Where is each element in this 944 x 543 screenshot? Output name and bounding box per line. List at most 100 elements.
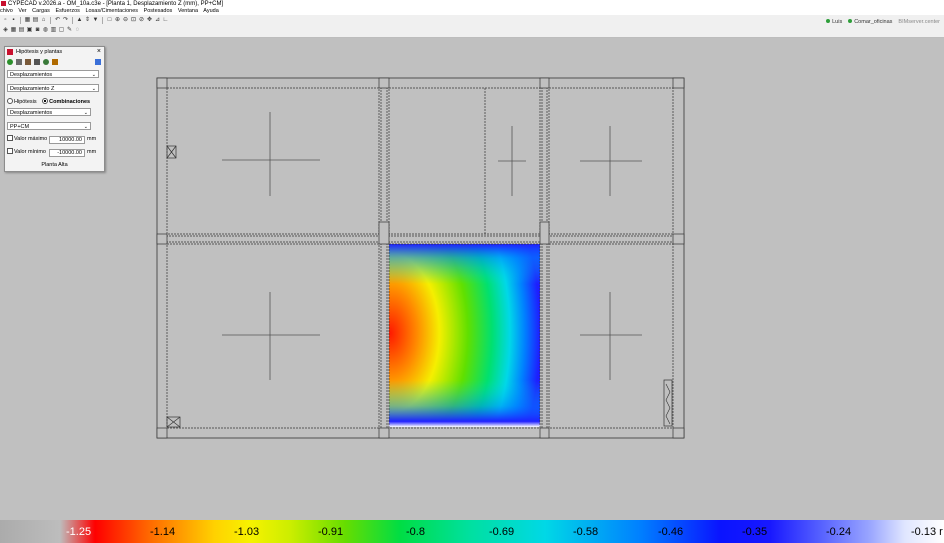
menu-bar: chivo Ver Cargas Esfuerzos Losas/Cimenta…: [0, 8, 944, 15]
floor-icon[interactable]: [16, 58, 22, 65]
slab-direction-arrow[interactable]: [580, 126, 642, 196]
edit-icon[interactable]: ✎: [66, 27, 73, 34]
table-icon[interactable]: [34, 58, 40, 65]
layers-icon[interactable]: ▤: [18, 27, 25, 34]
toolbar-separator: [50, 17, 51, 24]
chevron-down-icon: ⌄: [91, 86, 96, 92]
menu-ver[interactable]: Ver: [18, 8, 26, 14]
column[interactable]: [378, 221, 390, 245]
hide-icon[interactable]: ◌: [74, 27, 81, 34]
component-value: Desplazamiento Z: [10, 86, 55, 92]
section-icon[interactable]: ⊿: [154, 17, 161, 24]
floor-view-icon[interactable]: ▦: [24, 17, 31, 24]
title-bar: CYPECAD v.2026.a - OM_10a.c3e - [Planta …: [0, 0, 944, 8]
view-3d-icon[interactable]: ◈: [2, 27, 9, 34]
redo-icon[interactable]: ↷: [62, 17, 69, 24]
column[interactable]: [156, 427, 168, 439]
window-icon[interactable]: ▢: [58, 27, 65, 34]
company-item[interactable]: Comar_oficinas: [848, 18, 892, 27]
min-value-input[interactable]: -10000.00: [49, 149, 85, 157]
print-icon[interactable]: ▣: [26, 27, 33, 34]
floor-up-icon[interactable]: ▲: [76, 17, 83, 24]
zoom-all-icon[interactable]: ⊡: [130, 17, 137, 24]
column[interactable]: [672, 427, 685, 439]
isolines-icon[interactable]: ◍: [42, 27, 49, 34]
radio-hypothesis[interactable]: Hipótesis: [7, 98, 37, 105]
column[interactable]: [156, 77, 168, 89]
settings-icon[interactable]: [52, 58, 58, 65]
menu-losas-cimentaciones[interactable]: Losas/Cimentaciones: [85, 8, 138, 14]
floor-down-icon[interactable]: ▼: [92, 17, 99, 24]
menu-ayuda[interactable]: Ayuda: [203, 8, 219, 14]
min-value-checkbox[interactable]: Valor mínimo: [7, 148, 46, 157]
drawing-canvas[interactable]: [0, 37, 944, 520]
chevron-down-icon: ⌄: [91, 72, 96, 78]
pan-icon[interactable]: ✥: [146, 17, 153, 24]
column[interactable]: [672, 233, 685, 245]
slab-panel-1[interactable]: [166, 87, 380, 235]
column[interactable]: [539, 427, 550, 439]
slab-panel-4[interactable]: [166, 243, 380, 429]
toolbar: ▫ ▪ ▦ ▤ ⌂ ↶ ↷ ▲ ⇕ ▼ □ ⊕ ⊖ ⊡ ⊘ ✥ ⊿ ∟ ◈ ▦ …: [0, 15, 944, 38]
info-icon[interactable]: [95, 58, 101, 65]
group-select[interactable]: Desplazamientos ⌄: [7, 108, 91, 116]
grid-icon[interactable]: ▦: [10, 27, 17, 34]
undo-icon[interactable]: ↶: [54, 17, 61, 24]
column[interactable]: [156, 233, 168, 245]
slab-panel-6[interactable]: [548, 243, 674, 429]
slab-direction-arrow[interactable]: [222, 292, 320, 380]
combination-select[interactable]: PP+CM ⌄: [7, 122, 91, 130]
slab-direction-arrow[interactable]: [580, 292, 642, 380]
server-name: BIMserver.center: [898, 19, 940, 25]
floor-plan-icon[interactable]: ▤: [32, 17, 39, 24]
stair-opening[interactable]: [663, 379, 673, 427]
slab-direction-arrow[interactable]: [222, 112, 320, 196]
zoom-in-icon[interactable]: ⊕: [114, 17, 121, 24]
column[interactable]: [378, 427, 390, 439]
column[interactable]: [539, 77, 550, 89]
menu-esfuerzos[interactable]: Esfuerzos: [55, 8, 79, 14]
radio-combinations[interactable]: Combinaciones: [42, 98, 90, 105]
menu-cargas[interactable]: Cargas: [32, 8, 50, 14]
max-value-unit: mm: [87, 136, 97, 142]
legend-value: -0.58: [573, 526, 599, 538]
component-select[interactable]: Desplazamiento Z ⌄: [7, 84, 99, 92]
legend-value: -0.91: [318, 526, 344, 538]
zoom-out-icon[interactable]: ⊖: [122, 17, 129, 24]
close-icon[interactable]: ×: [97, 47, 101, 57]
axes-icon[interactable]: ∟: [162, 17, 169, 24]
max-value-input[interactable]: 10000.00: [49, 136, 85, 144]
save-icon[interactable]: ▪: [10, 17, 17, 24]
envelope-icon[interactable]: [43, 58, 49, 65]
camera-icon[interactable]: ◙: [34, 27, 41, 34]
result-type-select[interactable]: Desplazamientos ⌄: [7, 70, 99, 78]
menu-archivo[interactable]: chivo: [0, 8, 13, 14]
building-icon[interactable]: ⌂: [40, 17, 47, 24]
floor-select-icon[interactable]: ⇕: [84, 17, 91, 24]
min-value-label: Valor mínimo: [14, 149, 46, 155]
panel-title-bar[interactable]: Hipótesis y plantas ×: [5, 47, 104, 57]
column[interactable]: [378, 77, 390, 89]
column[interactable]: [672, 77, 685, 89]
cypecad-app-icon: [1, 0, 6, 6]
max-value-checkbox[interactable]: Valor máximo: [7, 135, 47, 144]
table-icon[interactable]: ▥: [50, 27, 57, 34]
legend-value: -0.8: [406, 526, 425, 538]
company-online-icon: [848, 19, 853, 23]
menu-ventana[interactable]: Ventana: [178, 8, 198, 14]
column[interactable]: [539, 221, 550, 245]
zoom-window-icon[interactable]: □: [106, 17, 113, 24]
new-file-icon[interactable]: ▫: [2, 17, 9, 24]
menu-postesados[interactable]: Postesados: [144, 8, 173, 14]
server-item[interactable]: BIMserver.center: [898, 18, 940, 27]
building-icon[interactable]: [25, 58, 31, 65]
legend-value: -1.25: [66, 526, 92, 538]
panel-title: Hipótesis y plantas: [16, 49, 63, 55]
zoom-previous-icon[interactable]: ⊘: [138, 17, 145, 24]
slab-direction-arrow[interactable]: [498, 126, 526, 196]
legend-value: -0.13 r: [911, 526, 943, 538]
results-icon[interactable]: [7, 58, 13, 65]
legend-value: -0.69: [489, 526, 515, 538]
displacement-contour-map[interactable]: [389, 244, 540, 427]
user-item[interactable]: Luis: [826, 18, 842, 27]
